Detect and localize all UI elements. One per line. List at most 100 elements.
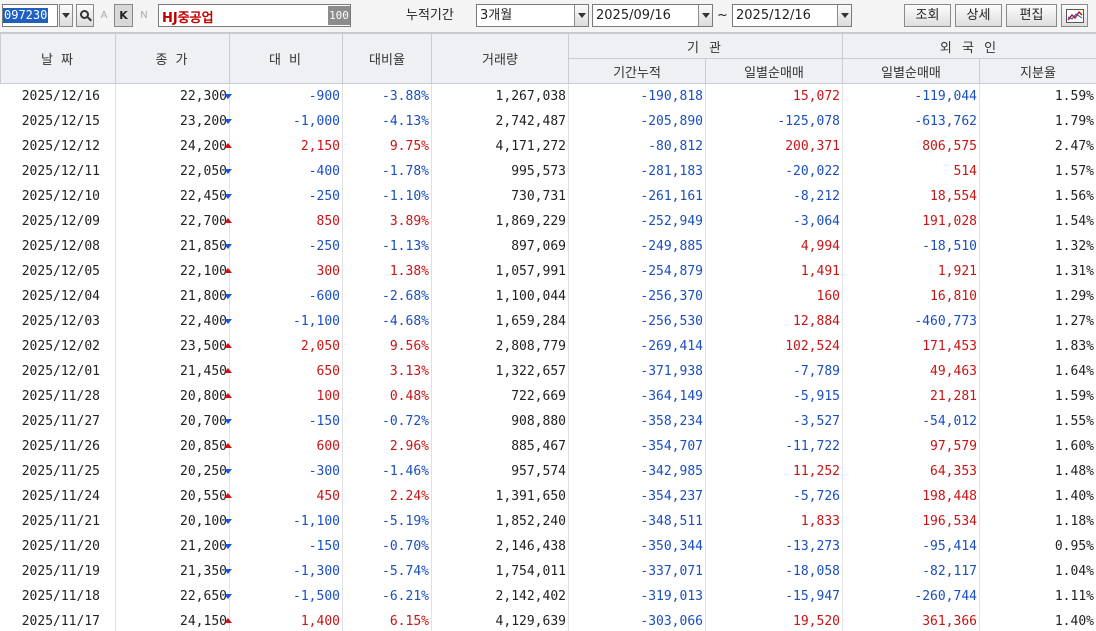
table-row[interactable]: 2025/11/25 20,250 -300 -1.46% 957,574 -342,98… <box>0 458 1096 484</box>
change-cell: -300 <box>229 458 343 484</box>
volume-cell-value: 1,754,011 <box>495 563 566 579</box>
date-cell: 2025/11/28 <box>0 383 116 409</box>
foreign-daily-cell: 16,810 <box>842 283 980 309</box>
search-button[interactable] <box>76 4 94 27</box>
change-rate-cell-value: 6.15% <box>389 613 429 629</box>
edit-button[interactable]: 편집 <box>1006 4 1057 27</box>
table-row[interactable]: 2025/11/21 20,100 -1,100 -5.19% 1,852,240 -34… <box>0 508 1096 534</box>
table-row[interactable]: 2025/12/08 21,850 -250 -1.13% 897,069 -249,88… <box>0 233 1096 259</box>
period-dropdown-button[interactable] <box>574 5 588 26</box>
foreign-ratio-cell-value: 1.27% <box>1054 313 1094 329</box>
inst-cumulative-cell: -371,938 <box>568 358 706 384</box>
date-cell-value: 2025/12/02 <box>21 338 100 354</box>
change-rate-cell-value: 2.24% <box>389 488 429 504</box>
table-row[interactable]: 2025/11/19 21,350 -1,300 -5.74% 1,754,011 -33… <box>0 558 1096 584</box>
volume-cell-value: 1,869,229 <box>495 213 566 229</box>
table-row[interactable]: 2025/12/12 24,200 2,150 9.75% 4,171,272 -80,8… <box>0 133 1096 159</box>
table-row[interactable]: 2025/11/26 20,850 600 2.96% 885,467 -354,707 -… <box>0 433 1096 459</box>
col-header-change-rate[interactable]: 대비율 <box>342 33 432 84</box>
change-rate-cell-value: 9.75% <box>389 138 429 154</box>
date-cell: 2025/11/20 <box>0 533 116 559</box>
col-group-foreign: 외 국 인 <box>842 33 1096 59</box>
market-k-toggle[interactable]: K <box>114 4 133 27</box>
date-from-picker-button[interactable] <box>698 5 712 26</box>
date-cell: 2025/11/21 <box>0 508 116 534</box>
foreign-daily-cell: 21,281 <box>842 383 980 409</box>
col-header-foreign-daily[interactable]: 일별순매매 <box>842 58 980 84</box>
close-cell: 22,050 <box>115 158 232 184</box>
table-row[interactable]: 2025/12/15 23,200 -1,000 -4.13% 2,742,487 -20… <box>0 108 1096 134</box>
foreign-ratio-cell-value: 1.48% <box>1054 463 1094 479</box>
date-cell-value: 2025/11/21 <box>21 513 100 529</box>
col-header-date[interactable]: 날 짜 <box>0 33 116 84</box>
chart-button[interactable] <box>1061 4 1088 27</box>
close-cell: 22,450 <box>115 183 232 209</box>
foreign-ratio-cell-value: 1.32% <box>1054 238 1094 254</box>
table-row[interactable]: 2025/11/27 20,700 -150 -0.72% 908,880 -358,23… <box>0 408 1096 434</box>
foreign-daily-cell: -613,762 <box>842 108 980 134</box>
col-header-volume[interactable]: 거래량 <box>431 33 569 84</box>
query-button[interactable]: 조회 <box>904 4 951 27</box>
table-row[interactable]: 2025/12/09 22,700 850 3.89% 1,869,229 -252,94… <box>0 208 1096 234</box>
detail-button[interactable]: 상세 <box>955 4 1002 27</box>
col-header-foreign-ratio[interactable]: 지분율 <box>979 58 1096 84</box>
date-to-picker-button[interactable] <box>837 5 851 26</box>
close-cell: 22,300 <box>115 83 232 109</box>
close-cell-value: 21,850 <box>180 238 227 254</box>
table-row[interactable]: 2025/12/11 22,050 -400 -1.78% 995,573 -281,18… <box>0 158 1096 184</box>
foreign-daily-cell-value: 191,028 <box>922 213 977 229</box>
investor-trading-grid[interactable]: 날 짜 종 가 대 비 대비율 거래량 기 관 외 국 인 기간누적 일별순매매… <box>0 33 1096 631</box>
date-cell: 2025/11/24 <box>0 483 116 509</box>
close-cell-value: 23,500 <box>180 338 227 354</box>
foreign-daily-cell: 18,554 <box>842 183 980 209</box>
change-cell: -900 <box>229 83 343 109</box>
period-select[interactable]: 3개월 <box>476 4 589 27</box>
table-row[interactable]: 2025/12/10 22,450 -250 -1.10% 730,731 -261,16… <box>0 183 1096 209</box>
close-cell-value: 20,800 <box>180 388 227 404</box>
volume-cell-value: 2,808,779 <box>495 338 566 354</box>
col-header-inst-daily[interactable]: 일별순매매 <box>705 58 843 84</box>
table-row[interactable]: 2025/12/16 22,300 -900 -3.88% 1,267,038 -190,… <box>0 83 1096 109</box>
inst-daily-cell: -18,058 <box>705 558 843 584</box>
volume-cell-value: 1,267,038 <box>495 88 566 104</box>
inst-cumulative-cell: -254,879 <box>568 258 706 284</box>
market-n-toggle[interactable]: N <box>137 4 151 27</box>
foreign-daily-cell: 49,463 <box>842 358 980 384</box>
stock-name-field[interactable]: HJ중공업 100 <box>158 4 351 27</box>
table-row[interactable]: 2025/11/18 22,650 -1,500 -6.21% 2,142,402 -31… <box>0 583 1096 609</box>
volume-cell-value: 730,731 <box>511 188 566 204</box>
stock-code-input[interactable]: 097230 <box>2 4 58 27</box>
table-row[interactable]: 2025/12/05 22,100 300 1.38% 1,057,991 -254,87… <box>0 258 1096 284</box>
change-rate-cell: -1.13% <box>342 233 432 259</box>
table-row[interactable]: 2025/11/20 21,200 -150 -0.70% 2,146,438 -350,… <box>0 533 1096 559</box>
inst-cumulative-cell-value: -348,511 <box>640 513 703 529</box>
table-row[interactable]: 2025/12/01 21,450 650 3.13% 1,322,657 -371,93… <box>0 358 1096 384</box>
table-row[interactable]: 2025/11/24 20,550 450 2.24% 1,391,650 -354,23… <box>0 483 1096 509</box>
change-cell: -1,100 <box>229 308 343 334</box>
table-row[interactable]: 2025/12/02 23,500 2,050 9.56% 2,808,779 -269,… <box>0 333 1096 359</box>
arrow-down-icon <box>224 94 232 99</box>
table-row[interactable]: 2025/12/04 21,800 -600 -2.68% 1,100,044 -256,… <box>0 283 1096 309</box>
col-header-close[interactable]: 종 가 <box>115 33 230 84</box>
inst-cumulative-cell-value: -354,237 <box>640 488 703 504</box>
col-header-inst-cumulative[interactable]: 기간누적 <box>568 58 706 84</box>
stock-code-dropdown-button[interactable] <box>59 4 73 27</box>
date-from-input[interactable]: 2025/09/16 <box>592 4 713 27</box>
col-header-change[interactable]: 대 비 <box>229 33 343 84</box>
foreign-ratio-cell: 1.04% <box>979 558 1096 584</box>
change-cell-value: -600 <box>308 288 340 304</box>
search-icon <box>79 10 89 19</box>
close-cell-value: 20,100 <box>180 513 227 529</box>
inst-daily-cell-value: 102,524 <box>785 338 840 354</box>
market-a-toggle[interactable]: A <box>97 4 111 27</box>
change-rate-cell: 3.89% <box>342 208 432 234</box>
change-rate-cell: 2.96% <box>342 433 432 459</box>
foreign-daily-cell-value: 16,810 <box>930 288 977 304</box>
line-chart-icon <box>1065 8 1084 23</box>
table-row[interactable]: 2025/11/28 20,800 100 0.48% 722,669 -364,149 -… <box>0 383 1096 409</box>
inst-daily-cell: -5,915 <box>705 383 843 409</box>
table-row[interactable]: 2025/11/17 24,150 1,400 6.15% 4,129,639 -303,… <box>0 608 1096 631</box>
table-row[interactable]: 2025/12/03 22,400 -1,100 -4.68% 1,659,284 -25… <box>0 308 1096 334</box>
date-to-input[interactable]: 2025/12/16 <box>732 4 852 27</box>
foreign-ratio-cell: 1.11% <box>979 583 1096 609</box>
